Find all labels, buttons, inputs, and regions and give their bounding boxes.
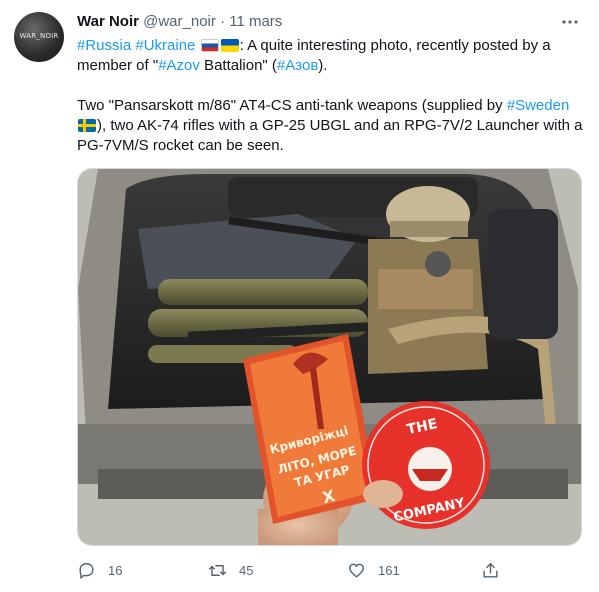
author-name[interactable]: War Noir	[77, 13, 139, 30]
reply-icon	[79, 562, 94, 579]
header-separator: ·	[220, 13, 226, 30]
share-button[interactable]	[481, 559, 512, 581]
hashtag-russia-ukraine[interactable]: #Russia #Ukraine	[77, 37, 195, 54]
retweet-icon	[208, 564, 227, 576]
tweet-photo[interactable]: Криворіжці ЛІТО, МОРЕ ТА УГАР Х THE COMP…	[77, 168, 582, 546]
avatar-logo-text: WAR_NOIR	[19, 32, 59, 40]
tweet-actions: 16 45 161	[77, 559, 582, 581]
tweet-card[interactable]: WAR_NOIR War Noir @war_noir · 11 mars #R…	[0, 0, 599, 592]
tweet-text-part: Two "Pansarskott m/86" AT4-CS anti-tank …	[77, 97, 507, 114]
reply-count: 16	[108, 562, 123, 578]
tweet-text: #Russia #Ukraine : A quite interesting p…	[77, 36, 587, 156]
hashtag-sweden[interactable]: #Sweden	[507, 97, 570, 114]
reply-button[interactable]: 16	[77, 559, 122, 581]
tweet-date[interactable]: 11 mars	[229, 13, 282, 30]
like-count: 161	[378, 562, 400, 578]
heart-icon	[349, 563, 364, 578]
hashtag-azov-cyrillic[interactable]: #Азов	[277, 57, 318, 74]
tweet-paragraph-1: #Russia #Ukraine : A quite interesting p…	[77, 36, 587, 76]
avatar[interactable]: WAR_NOIR	[14, 12, 64, 62]
ukraine-flag-icon	[220, 39, 239, 52]
company-sticker: THE COMPANY	[362, 401, 490, 529]
retweet-count: 45	[239, 562, 254, 578]
retweet-button[interactable]: 45	[208, 559, 253, 581]
sweden-flag-icon	[78, 119, 96, 132]
tweet-paragraph-2: Two "Pansarskott m/86" AT4-CS anti-tank …	[77, 96, 587, 156]
tweet-text-part: ).	[318, 57, 328, 74]
russia-flag-icon	[200, 39, 219, 52]
share-icon	[483, 562, 498, 578]
tweet-header: War Noir @war_noir · 11 mars	[77, 13, 282, 31]
more-icon[interactable]	[560, 14, 580, 30]
hashtag-azov[interactable]: #Azov	[158, 57, 200, 74]
tweet-text-part: Battalion" (	[199, 57, 277, 74]
author-handle[interactable]: @war_noir	[143, 13, 216, 30]
like-button[interactable]: 161	[347, 559, 400, 581]
tweet-text-part: ), two AK-74 rifles with a GP-25 UBGL an…	[77, 117, 583, 154]
